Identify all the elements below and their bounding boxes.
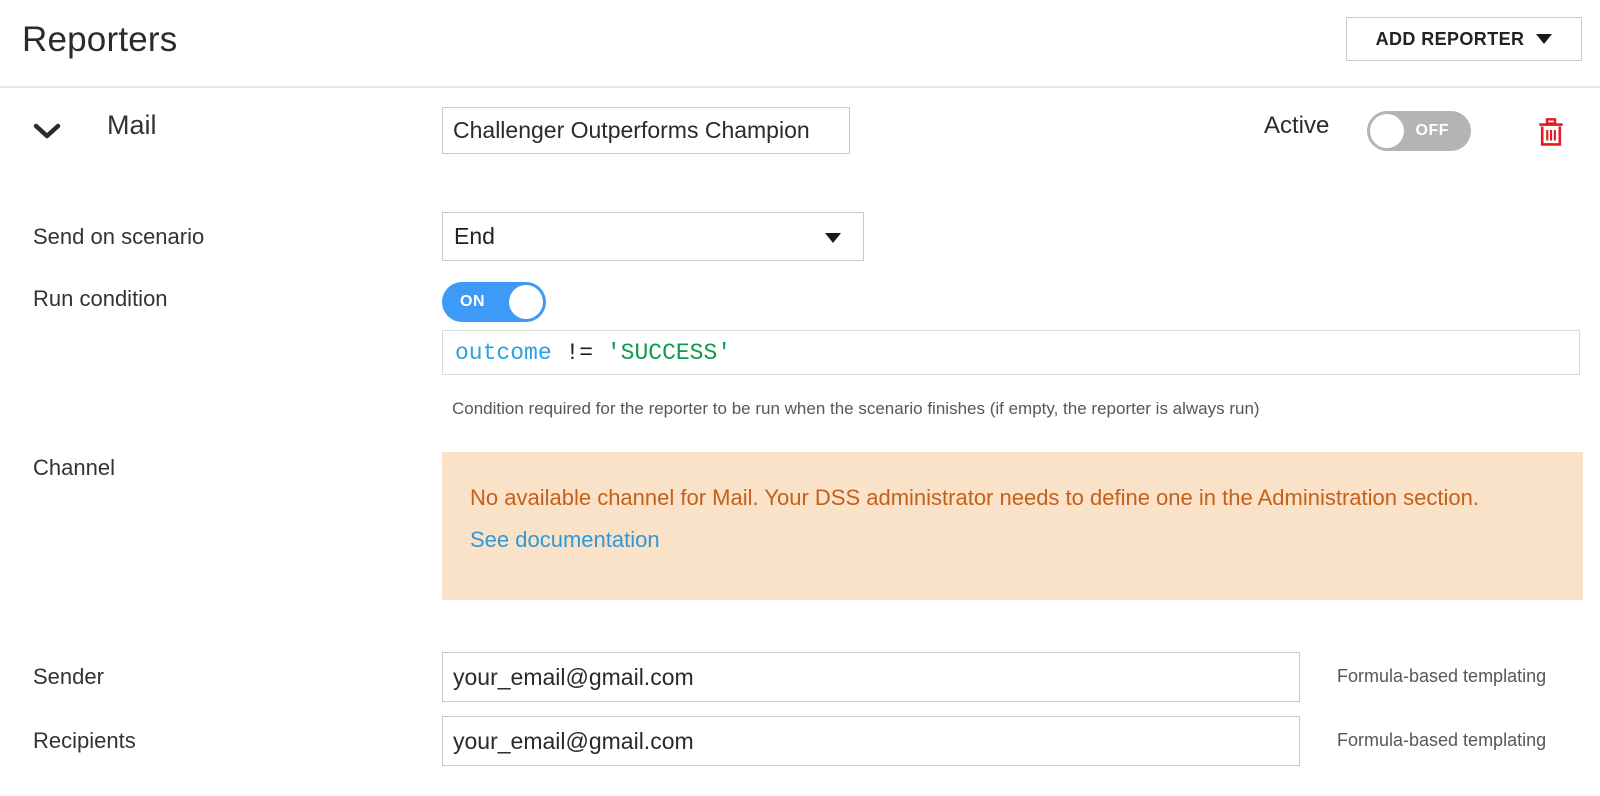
trash-icon xyxy=(1539,117,1563,146)
code-variable-token: outcome xyxy=(455,339,552,366)
recipients-input[interactable] xyxy=(442,716,1300,766)
run-condition-label: Run condition xyxy=(33,286,168,311)
sender-label: Sender xyxy=(33,664,104,689)
add-reporter-label: ADD REPORTER xyxy=(1375,28,1525,49)
recipients-label: Recipients xyxy=(33,728,136,753)
sender-row: Sender Formula-based templating xyxy=(0,652,1600,706)
channel-warning-message: No available channel for Mail. Your DSS … xyxy=(470,485,1479,510)
code-string-token: 'SUCCESS' xyxy=(606,339,732,366)
active-label: Active xyxy=(1264,112,1330,139)
send-on-scenario-select[interactable]: End xyxy=(442,212,864,261)
recipients-templating-hint: Formula-based templating xyxy=(1337,730,1547,750)
reporter-type-label: Mail xyxy=(107,110,157,140)
page-header: Reporters ADD REPORTER xyxy=(0,0,1600,88)
active-toggle[interactable]: OFF xyxy=(1367,111,1471,151)
active-toggle-state: OFF xyxy=(1415,122,1449,139)
sender-templating-hint: Formula-based templating xyxy=(1337,666,1547,686)
run-condition-help-text: Condition required for the reporter to b… xyxy=(452,399,1260,418)
run-condition-row: Run condition ON xyxy=(0,280,1600,328)
sender-input[interactable] xyxy=(442,652,1300,702)
run-condition-toggle[interactable]: ON xyxy=(442,282,546,322)
send-on-scenario-row: Send on scenario End xyxy=(0,212,1600,268)
channel-warning-alert: No available channel for Mail. Your DSS … xyxy=(442,452,1583,600)
toggle-knob xyxy=(1370,114,1404,148)
reporter-name-input[interactable] xyxy=(442,107,850,154)
send-on-scenario-label: Send on scenario xyxy=(33,224,205,249)
see-documentation-link[interactable]: See documentation xyxy=(470,520,660,560)
toggle-knob xyxy=(509,285,543,319)
run-condition-code-editor[interactable]: outcome != 'SUCCESS' xyxy=(442,330,1580,375)
collapse-chevron-down-icon[interactable] xyxy=(30,114,64,148)
send-on-scenario-value: End xyxy=(454,223,495,249)
page-title: Reporters xyxy=(22,20,178,59)
channel-label: Channel xyxy=(33,455,115,480)
recipients-row: Recipients Formula-based templating xyxy=(0,716,1600,770)
delete-reporter-button[interactable] xyxy=(1534,115,1568,149)
chevron-down-icon xyxy=(1536,34,1553,44)
code-operator-token: != xyxy=(565,339,594,366)
run-condition-toggle-state: ON xyxy=(460,293,485,310)
add-reporter-button[interactable]: ADD REPORTER xyxy=(1346,17,1582,61)
chevron-down-icon xyxy=(825,233,841,243)
reporter-header-row: Mail Active OFF xyxy=(0,100,1600,176)
